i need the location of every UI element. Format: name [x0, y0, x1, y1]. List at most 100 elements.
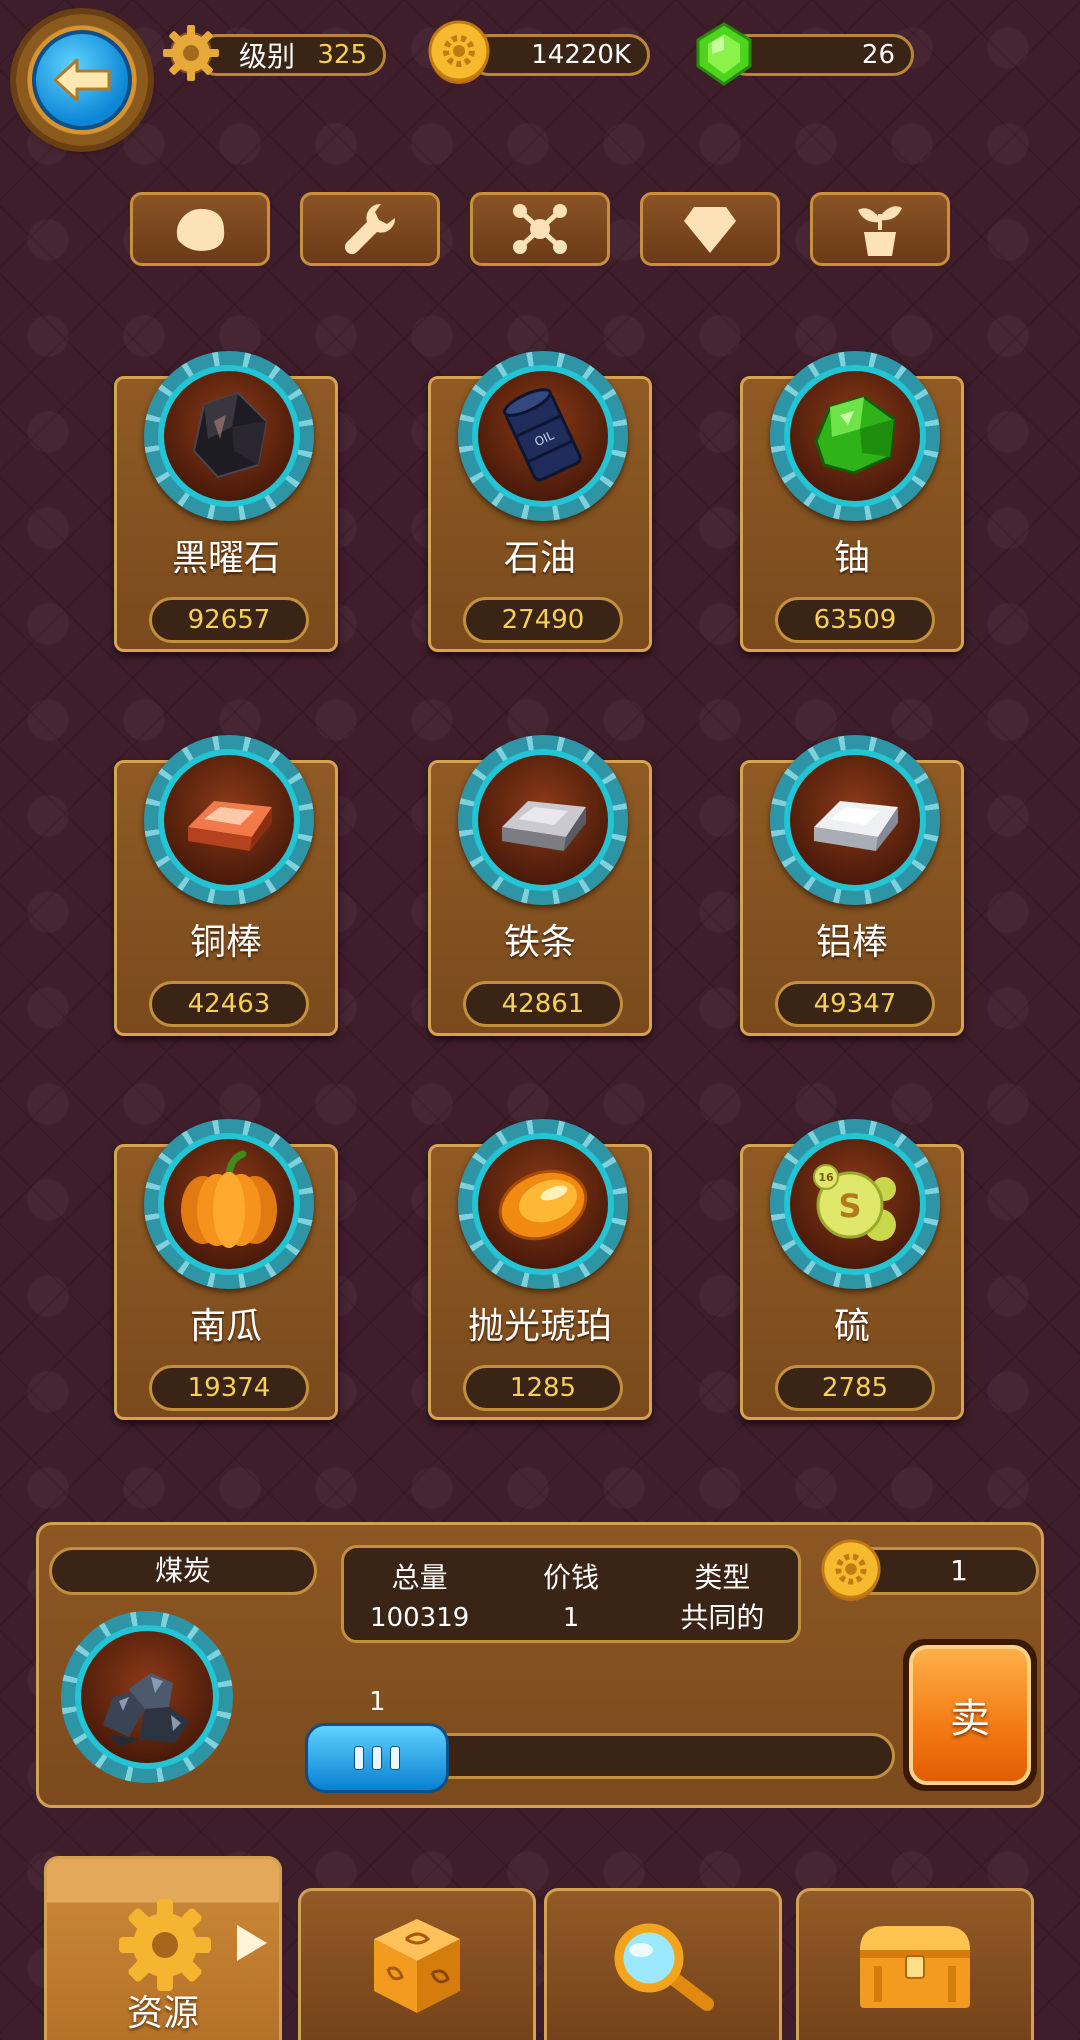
- copper-bar-icon: [188, 801, 272, 851]
- quantity-slider-handle[interactable]: [305, 1723, 449, 1793]
- diamond-icon: [684, 207, 736, 253]
- resource-name: 铝棒: [815, 922, 888, 963]
- card-gear-frame: [144, 1119, 314, 1289]
- card-gear-frame: [144, 351, 314, 521]
- selected-resource-name: 煤炭: [49, 1547, 317, 1595]
- resource-name: 铜棒: [189, 922, 262, 963]
- resource-name: 石油: [503, 538, 576, 579]
- sell-label: 卖: [909, 1645, 1031, 1785]
- selected-resource-frame: [61, 1611, 233, 1783]
- sulfur-icon: S 16: [813, 1164, 896, 1241]
- category-tab-chemistry[interactable]: [470, 192, 610, 266]
- type-label: 类型: [694, 1561, 751, 1594]
- resource-info-box: 总量 100319 价钱 1 类型 共同的: [341, 1545, 801, 1643]
- obsidian-icon: [192, 391, 268, 479]
- info-price-column: 价钱 1: [495, 1558, 646, 1640]
- coins-pill: 14220K: [468, 34, 650, 76]
- card-gear-frame: [458, 1119, 628, 1289]
- card-gear-frame: [770, 351, 940, 521]
- green-gem-icon: [696, 22, 752, 86]
- resource-name: 抛光琥珀: [467, 1306, 612, 1347]
- gear-icon: [119, 1899, 211, 1991]
- card-gear-frame: [144, 735, 314, 905]
- resource-card-uranium[interactable]: 铀 63509: [740, 351, 964, 652]
- quantity-value: 1: [369, 1687, 386, 1717]
- level-gear-icon: [163, 25, 219, 81]
- total-value: 100319: [370, 1603, 470, 1633]
- card-gear-frame: S 16: [770, 1119, 940, 1289]
- sell-button[interactable]: 卖: [903, 1639, 1037, 1791]
- nav-tab-storage[interactable]: [796, 1888, 1034, 2040]
- grip-line: [372, 1746, 382, 1770]
- resource-count: 19374: [149, 1365, 309, 1411]
- resource-card-oil[interactable]: OIL 石油 27490: [428, 351, 652, 652]
- resource-card-obsidian[interactable]: 黑曜石 92657: [114, 351, 338, 652]
- resource-name: 铁条: [503, 922, 576, 963]
- resource-count: 63509: [775, 597, 935, 643]
- pumpkin-icon: [181, 1150, 277, 1248]
- category-tab-rock[interactable]: [130, 192, 270, 266]
- back-arrow-icon: [53, 58, 111, 102]
- level-pill: 级别 325: [196, 34, 386, 76]
- sprout-icon: [858, 206, 902, 256]
- amber-icon: [498, 1169, 588, 1241]
- svg-text:S: S: [838, 1187, 861, 1225]
- type-value: 共同的: [680, 1601, 765, 1634]
- nav-tab-crafting[interactable]: [298, 1888, 536, 2040]
- oil-barrel-icon: OIL: [502, 388, 582, 482]
- info-total-column: 总量 100319: [344, 1558, 495, 1640]
- resource-count: 42861: [463, 981, 623, 1027]
- nav-tab-search[interactable]: [544, 1888, 782, 2040]
- coin-icon: [428, 20, 490, 84]
- coins-value: 14220K: [531, 40, 631, 70]
- level-value: 325: [317, 40, 367, 70]
- wrench-icon: [344, 203, 396, 255]
- coin-icon: [821, 1539, 881, 1602]
- card-gear-frame: [770, 735, 940, 905]
- resource-card-iron-bar[interactable]: 铁条 42861: [428, 735, 652, 1036]
- category-tab-plants[interactable]: [810, 192, 950, 266]
- nav-tab-resources[interactable]: 资源: [44, 1856, 282, 2040]
- dice-cube-icon: [374, 1918, 460, 2013]
- resource-name: 铀: [833, 538, 870, 579]
- resource-count: 1285: [463, 1365, 623, 1411]
- play-arrow-icon: [237, 1925, 267, 1961]
- price-value: 1: [562, 1603, 580, 1633]
- resource-card-copper-bar[interactable]: 铜棒 42463: [114, 735, 338, 1036]
- rock-icon: [176, 208, 225, 251]
- aluminum-bar-icon: [814, 801, 898, 851]
- resource-detail-panel: 煤炭 总量 100319 价钱 1 类型 共同的 1 1 卖: [36, 1522, 1044, 1808]
- magnifier-icon: [614, 1923, 714, 2011]
- resource-count: 42463: [149, 981, 309, 1027]
- card-gear-frame: OIL: [458, 351, 628, 521]
- total-label: 总量: [391, 1561, 448, 1594]
- treasure-chest-icon: [860, 1925, 970, 2008]
- back-button[interactable]: [16, 14, 148, 146]
- resource-card-sulfur[interactable]: S 16 硫 2785: [740, 1119, 964, 1420]
- resource-card-amber[interactable]: 抛光琥珀 1285: [428, 1119, 652, 1420]
- category-tab-gems[interactable]: [640, 192, 780, 266]
- iron-bar-icon: [502, 801, 586, 851]
- sell-price-value: 1: [950, 1554, 968, 1587]
- grip-line: [390, 1746, 400, 1770]
- resource-card-aluminum-bar[interactable]: 铝棒 49347: [740, 735, 964, 1036]
- category-tab-tools[interactable]: [300, 192, 440, 266]
- resource-count: 49347: [775, 981, 935, 1027]
- resource-name: 南瓜: [189, 1306, 262, 1347]
- price-label: 价钱: [542, 1561, 599, 1594]
- svg-text:16: 16: [818, 1171, 834, 1184]
- gems-value: 26: [861, 40, 895, 70]
- info-type-column: 类型 共同的: [647, 1558, 798, 1640]
- resource-count: 92657: [149, 597, 309, 643]
- resource-count: 27490: [463, 597, 623, 643]
- uranium-icon: [814, 395, 896, 475]
- resource-name: 黑曜石: [171, 538, 280, 579]
- grip-line: [354, 1746, 364, 1770]
- molecule-icon: [513, 204, 567, 254]
- level-label: 级别: [239, 40, 296, 73]
- resource-card-pumpkin[interactable]: 南瓜 19374: [114, 1119, 338, 1420]
- coal-icon: [103, 1673, 189, 1747]
- card-gear-frame: [458, 735, 628, 905]
- resource-count: 2785: [775, 1365, 935, 1411]
- resource-name: 硫: [833, 1306, 870, 1347]
